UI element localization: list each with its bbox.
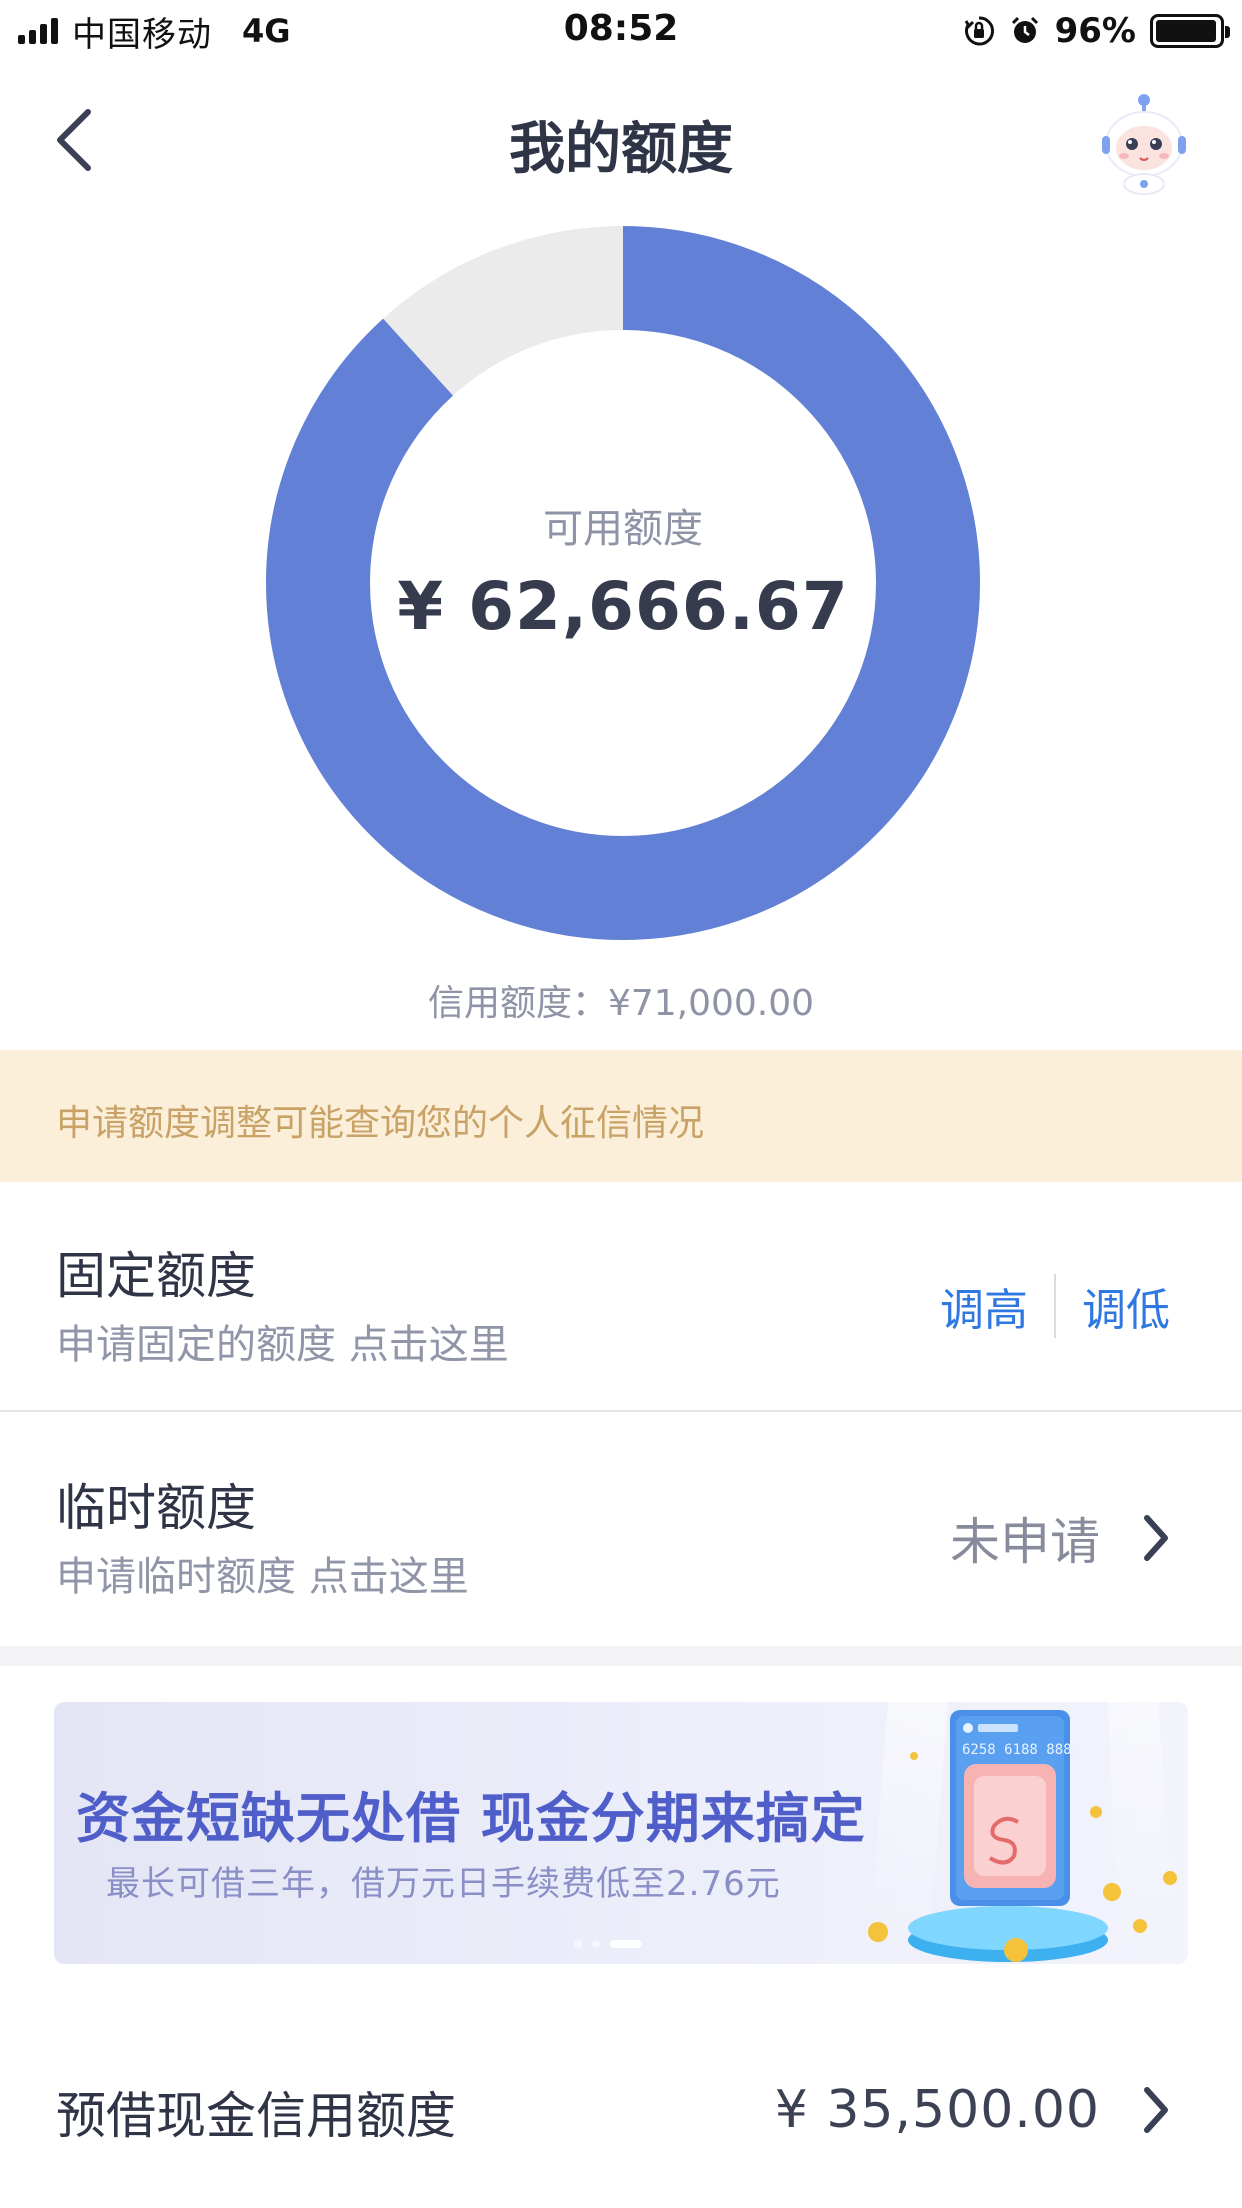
orientation-lock-icon (963, 15, 995, 47)
temp-quota-status: 未申请 (950, 1502, 1176, 1574)
battery-percent: 96% (1054, 11, 1136, 51)
cash-advance-value: ¥ 35,500.00 (774, 2080, 1100, 2140)
carousel-dot[interactable] (610, 1940, 642, 1948)
donut-center: 可用额度 ¥ 62,666.67 (266, 496, 980, 645)
robot-assistant-icon (1102, 94, 1186, 195)
available-value: ¥ 62,666.67 (397, 568, 849, 645)
battery-icon (1150, 14, 1230, 48)
chevron-right-icon (1136, 2085, 1176, 2135)
alarm-icon (1009, 15, 1041, 47)
status-right: 96% (963, 10, 1230, 52)
promo-banner[interactable]: 资金短缺无处借 现金分期来搞定 最长可借三年，借万元日手续费低至2.76元 62… (54, 1702, 1188, 1964)
fixed-quota-title: 固定额度 (56, 1247, 256, 1305)
assistant-avatar-button[interactable] (1096, 92, 1192, 196)
banner-title: 资金短缺无处借 现金分期来搞定 (76, 1787, 866, 1850)
credit-check-notice: 申请额度调整可能查询您的个人征信情况 (0, 1050, 1242, 1182)
card-number: 6258 6188 8888 (962, 1742, 1080, 1758)
cash-advance-title: 预借现金信用额度 (56, 2087, 456, 2145)
notice-text: 申请额度调整可能查询您的个人征信情况 (56, 1103, 705, 1144)
status-bar: 中国移动 4G 08:52 96% (0, 0, 1242, 64)
cash-advance-value-group: ¥ 35,500.00 (775, 2080, 1176, 2140)
quota-donut-chart: 可用额度 ¥ 62,666.67 (266, 226, 980, 940)
available-label: 可用额度 (543, 506, 703, 552)
temp-quota-subtitle: 申请临时额度 点击这里 (56, 1554, 469, 1600)
credit-line-text: 信用额度：¥71,000.00 (427, 983, 815, 1024)
page-title: 我的额度 (509, 117, 733, 182)
carousel-dot[interactable] (574, 1940, 582, 1948)
quota-adjust-group: 调高 调低 (940, 1274, 1170, 1338)
lower-quota-button[interactable]: 调低 (1082, 1274, 1170, 1338)
temp-quota-row[interactable]: 临时额度 申请临时额度 点击这里 未申请 (0, 1414, 1242, 1646)
adjust-divider (1054, 1274, 1056, 1338)
banner-illustration: 6258 6188 8888 (858, 1702, 1188, 1964)
cash-advance-row[interactable]: 预借现金信用额度 ¥ 35,500.00 (0, 2040, 1242, 2190)
carousel-dot[interactable] (592, 1940, 600, 1948)
chevron-right-icon (1136, 1513, 1176, 1563)
carousel-dots (574, 1940, 642, 1948)
fixed-quota-subtitle: 申请固定的额度 点击这里 (56, 1322, 509, 1368)
banner-subtitle: 最长可借三年，借万元日手续费低至2.76元 (106, 1864, 781, 1904)
raise-quota-button[interactable]: 调高 (940, 1274, 1028, 1338)
temp-quota-title: 临时额度 (56, 1479, 256, 1537)
fixed-quota-row[interactable]: 固定额度 申请固定的额度 点击这里 调高 调低 (0, 1182, 1242, 1412)
section-divider (0, 1646, 1242, 1666)
battery-fill (1156, 20, 1216, 42)
nav-bar: 我的额度 (0, 64, 1242, 214)
temp-status-text: 未申请 (950, 1513, 1100, 1571)
